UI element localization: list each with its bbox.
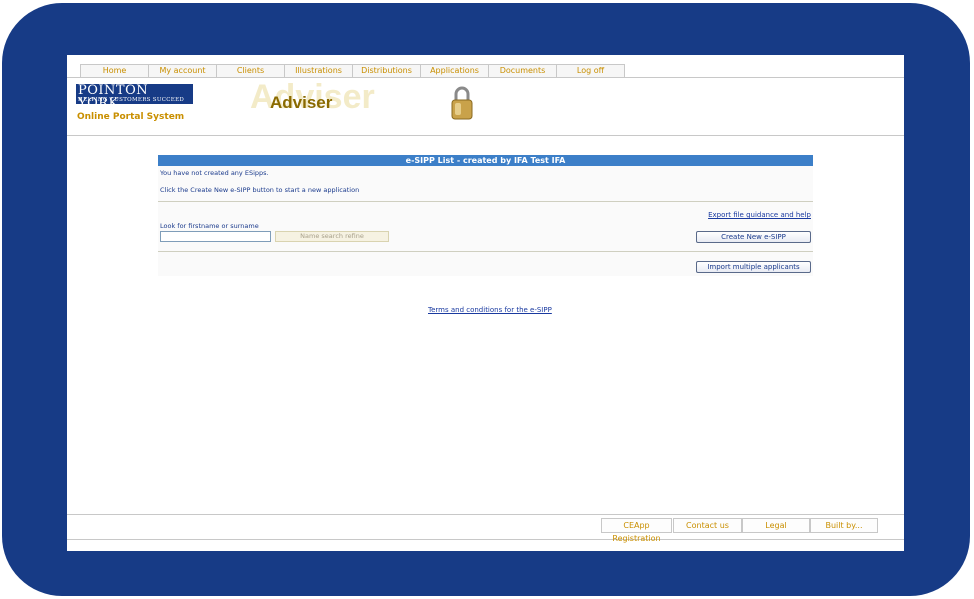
footer-bar: CEApp Registration Contact us Legal Buil… — [67, 514, 904, 543]
adviser-heading: Adviser — [270, 93, 333, 112]
company-logo: POINTON YORK HELPING CUSTOMERS SUCCEED — [76, 84, 193, 104]
panel-title: e-SIPP List - created by IFA Test IFA — [158, 155, 813, 166]
tab-documents[interactable]: Documents — [488, 64, 557, 77]
footer-ceapp-registration[interactable]: CEApp Registration — [601, 518, 672, 543]
panel-separator — [158, 251, 813, 252]
tab-home[interactable]: Home — [80, 64, 149, 77]
portal-title: Online Portal System — [77, 112, 185, 122]
panel-separator — [158, 201, 813, 202]
export-guidance-link[interactable]: Export file guidance and help — [708, 211, 811, 219]
search-label: Look for firstname or surname — [160, 222, 259, 230]
main-tab-bar: Home My account Clients Illustrations Di… — [67, 64, 904, 78]
no-esipps-message: You have not created any ESipps. — [160, 169, 269, 177]
tab-illustrations[interactable]: Illustrations — [284, 64, 353, 77]
footer-contact-us[interactable]: Contact us — [673, 518, 742, 533]
create-new-esipp-button[interactable]: Create New e-SIPP — [696, 231, 811, 243]
tab-log-off[interactable]: Log off — [556, 64, 625, 77]
tab-my-account[interactable]: My account — [148, 64, 217, 77]
name-search-refine-button[interactable]: Name search refine — [275, 231, 389, 242]
create-instruction: Click the Create New e-SIPP button to st… — [160, 186, 360, 194]
portal-window: Home My account Clients Illustrations Di… — [67, 55, 904, 551]
padlock-icon — [450, 85, 474, 125]
footer-legal[interactable]: Legal — [742, 518, 810, 533]
name-search-input[interactable] — [160, 231, 271, 242]
tab-clients[interactable]: Clients — [216, 64, 285, 77]
terms-link[interactable]: Terms and conditions for the e-SIPP — [428, 306, 552, 314]
logo-tagline: HELPING CUSTOMERS SUCCEED — [78, 97, 185, 103]
tab-applications[interactable]: Applications — [420, 64, 489, 77]
header-divider — [67, 135, 904, 136]
tab-distributions[interactable]: Distributions — [352, 64, 421, 77]
esipp-panel: e-SIPP List - created by IFA Test IFA Yo… — [158, 155, 813, 276]
footer-built-by[interactable]: Built by... — [810, 518, 878, 533]
import-multiple-applicants-button[interactable]: Import multiple applicants — [696, 261, 811, 273]
